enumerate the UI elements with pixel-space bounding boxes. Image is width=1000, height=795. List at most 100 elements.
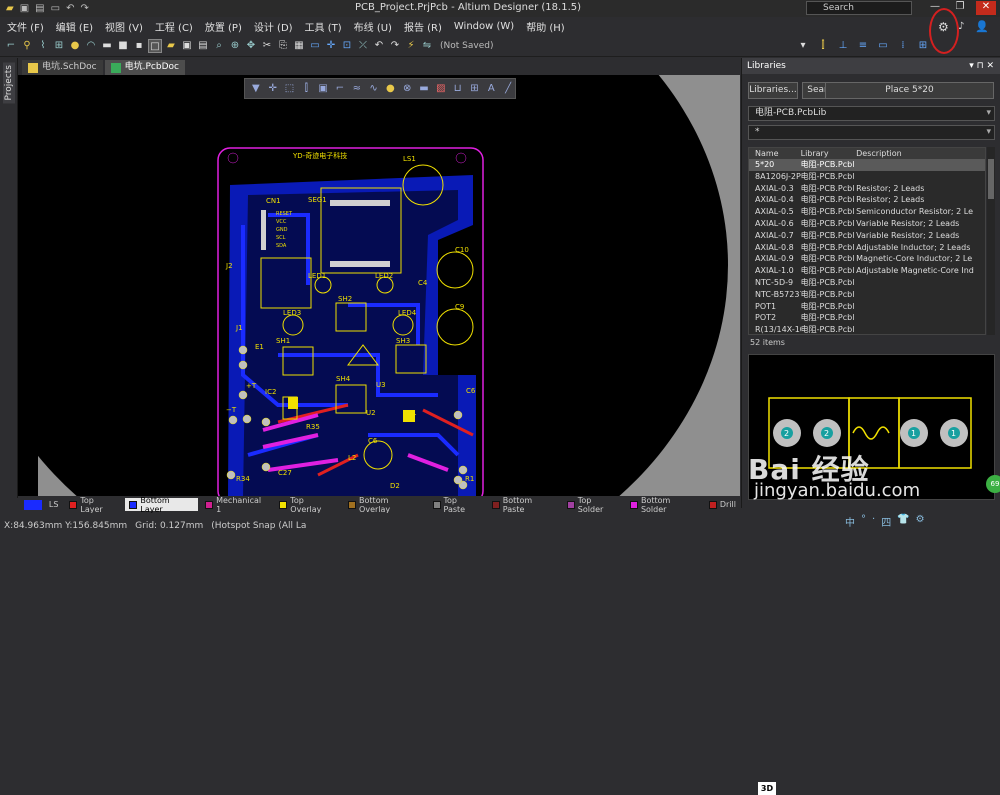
arc-icon[interactable]: ◠ bbox=[84, 39, 98, 53]
menu-reports[interactable]: 报告 (R) bbox=[404, 19, 442, 34]
layer-set-swatch[interactable] bbox=[24, 499, 42, 510]
layer-bottom-overlay[interactable]: Bottom Overlay bbox=[344, 496, 425, 514]
clear-icon[interactable]: ⤫ bbox=[356, 39, 370, 53]
align-tb-icon[interactable]: ⫿ bbox=[299, 82, 313, 96]
array-icon[interactable]: ⁞ bbox=[896, 39, 910, 53]
deselect-icon[interactable]: ⊡ bbox=[340, 39, 354, 53]
copy-icon[interactable]: ⎘ bbox=[276, 39, 290, 53]
fill-icon[interactable]: ▬ bbox=[100, 39, 114, 53]
keepout-icon[interactable]: ▨ bbox=[434, 82, 448, 96]
menu-route[interactable]: 布线 (U) bbox=[354, 19, 392, 34]
col-description[interactable]: Description bbox=[856, 148, 985, 159]
table-row[interactable]: NTC-B57237-电阻-PCB.Pcbl bbox=[749, 289, 985, 301]
text-icon[interactable]: A bbox=[484, 82, 498, 96]
pcb-canvas[interactable]: YD-奇迹电子科技 CN1 RESET VCC GND SCL SDA SEG1… bbox=[18, 75, 740, 496]
table-row[interactable]: 5*20 电阻-PCB.Pcbl bbox=[749, 159, 985, 171]
diff-pair-icon[interactable]: ≈ bbox=[350, 82, 364, 96]
table-row[interactable]: 8A1206J-2P 电阻-PCB.Pcbl bbox=[749, 171, 985, 183]
layer-ls[interactable]: LS bbox=[45, 498, 63, 511]
table-row[interactable]: AXIAL-1.0 电阻-PCB.Pcbl Adjustable Magnetic-… bbox=[749, 265, 985, 277]
table-row[interactable]: NTC-5D-9 电阻-PCB.Pcbl bbox=[749, 277, 985, 289]
table-row[interactable]: POT1 电阻-PCB.Pcbl bbox=[749, 301, 985, 313]
table-row[interactable]: POT2 电阻-PCB.Pcbl bbox=[749, 312, 985, 324]
layer-top[interactable]: Top Layer bbox=[65, 496, 122, 514]
wave-icon[interactable]: ∿ bbox=[367, 82, 381, 96]
scroll-thumb[interactable] bbox=[988, 159, 994, 199]
undo-tb-icon[interactable]: ↶ bbox=[372, 39, 386, 53]
distribute-icon[interactable]: ≡ bbox=[856, 39, 870, 53]
open-icon[interactable]: ▭ bbox=[51, 3, 60, 14]
align-icon[interactable]: ⊥ bbox=[836, 39, 850, 53]
layer-set-icon[interactable]: ▾ bbox=[796, 39, 810, 53]
dimension-icon[interactable]: ⊔ bbox=[451, 82, 465, 96]
drc-icon[interactable]: ⚡ bbox=[404, 39, 418, 53]
libraries-button[interactable]: Libraries... bbox=[748, 82, 798, 99]
rect-icon[interactable]: ■ bbox=[116, 39, 130, 53]
redo-tb-icon[interactable]: ↷ bbox=[388, 39, 402, 53]
select-icon[interactable]: ▭ bbox=[308, 39, 322, 53]
table-row[interactable]: AXIAL-0.8 电阻-PCB.Pcbl Adjustable Inductor;… bbox=[749, 242, 985, 254]
tray-item[interactable]: 👕 bbox=[897, 514, 909, 529]
projects-tab[interactable]: Projects bbox=[3, 62, 15, 104]
select-rect-icon[interactable]: ⬚ bbox=[283, 82, 297, 96]
measure-icon[interactable]: ⊞ bbox=[468, 82, 482, 96]
undo-icon[interactable]: ↶ bbox=[66, 3, 74, 14]
save-icon[interactable]: ▣ bbox=[20, 3, 29, 14]
menu-window[interactable]: Window (W) bbox=[454, 21, 514, 32]
close-button[interactable]: ✕ bbox=[976, 1, 996, 15]
layer-bottom-solder[interactable]: Bottom Solder bbox=[626, 496, 702, 514]
menu-edit[interactable]: 编辑 (E) bbox=[56, 19, 93, 34]
pad-tb-icon[interactable]: ● bbox=[384, 82, 398, 96]
menu-help[interactable]: 帮助 (H) bbox=[526, 19, 565, 34]
matrix-icon[interactable]: ⊞ bbox=[916, 39, 930, 53]
save-doc-icon[interactable]: ▣ bbox=[180, 39, 194, 53]
move-icon[interactable]: ✛ bbox=[324, 39, 338, 53]
menu-tools[interactable]: 工具 (T) bbox=[305, 19, 342, 34]
chart-icon[interactable]: ⫿ bbox=[816, 39, 830, 53]
menu-view[interactable]: 视图 (V) bbox=[105, 19, 143, 34]
place-icon[interactable]: ▭ bbox=[876, 39, 890, 53]
pad-icon[interactable]: ● bbox=[68, 39, 82, 53]
interactive-route-icon[interactable]: ⌇ bbox=[36, 39, 50, 53]
zoom-fit-icon[interactable]: ⊕ bbox=[228, 39, 242, 53]
cross-icon[interactable]: ✛ bbox=[266, 82, 280, 96]
pin-icon[interactable]: ⚲ bbox=[20, 39, 34, 53]
route-icon[interactable]: ⌐ bbox=[4, 39, 18, 53]
layer-bottom-paste[interactable]: Bottom Paste bbox=[488, 496, 560, 514]
print-icon[interactable]: ▤ bbox=[196, 39, 210, 53]
tab-pcbdoc[interactable]: 电坑.PcbDoc bbox=[104, 60, 185, 75]
tray-item[interactable]: · bbox=[872, 514, 875, 529]
cross-probe-icon[interactable]: ⇋ bbox=[420, 39, 434, 53]
redo-icon[interactable]: ↷ bbox=[80, 3, 88, 14]
layer-bottom[interactable]: Bottom Layer bbox=[125, 496, 199, 514]
polygon-icon[interactable]: ▪ bbox=[132, 39, 146, 53]
cut-icon[interactable]: ✂ bbox=[260, 39, 274, 53]
library-select[interactable]: 电阻-PCB.PcbLib ▾ bbox=[748, 106, 995, 121]
tray-item[interactable]: 四 bbox=[881, 514, 891, 529]
search-input[interactable]: Search bbox=[806, 1, 912, 15]
route-tb-icon[interactable]: ⌐ bbox=[333, 82, 347, 96]
table-row[interactable]: AXIAL-0.6 电阻-PCB.Pcbl Variable Resistor; 2… bbox=[749, 218, 985, 230]
pcb-view[interactable]: YD-奇迹电子科技 CN1 RESET VCC GND SCL SDA SEG1… bbox=[18, 75, 740, 496]
table-row[interactable]: AXIAL-0.5 电阻-PCB.Pcbl Semiconductor Resist… bbox=[749, 206, 985, 218]
layer-mech1[interactable]: Mechanical 1 bbox=[201, 496, 272, 514]
menu-project[interactable]: 工程 (C) bbox=[155, 19, 193, 34]
via-icon[interactable]: ⊗ bbox=[400, 82, 414, 96]
table-row[interactable]: R(13/14X-10M电阻-PCB.Pcbl bbox=[749, 324, 985, 334]
paste-icon[interactable]: ▦ bbox=[292, 39, 306, 53]
table-scrollbar[interactable] bbox=[987, 147, 995, 335]
col-library[interactable]: Library bbox=[801, 148, 857, 159]
save-all-icon[interactable]: ▤ bbox=[35, 3, 44, 14]
fill-tb-icon[interactable]: ▬ bbox=[417, 82, 431, 96]
tray-item[interactable]: ⚙ bbox=[916, 514, 925, 529]
line-icon[interactable]: ╱ bbox=[501, 82, 515, 96]
menu-file[interactable]: 文件 (F) bbox=[7, 19, 44, 34]
menu-design[interactable]: 设计 (D) bbox=[254, 19, 293, 34]
layer-top-solder[interactable]: Top Solder bbox=[563, 496, 623, 514]
filter-input[interactable]: * ▾ bbox=[748, 125, 995, 140]
layer-drill[interactable]: Drill bbox=[705, 498, 740, 511]
place-button[interactable]: Place 5*20 bbox=[825, 82, 994, 99]
table-row[interactable]: AXIAL-0.4 电阻-PCB.Pcbl Resistor; 2 Leads bbox=[749, 194, 985, 206]
table-row[interactable]: AXIAL-0.9 电阻-PCB.Pcbl Magnetic-Core Induct… bbox=[749, 253, 985, 265]
layer-top-overlay[interactable]: Top Overlay bbox=[275, 496, 341, 514]
